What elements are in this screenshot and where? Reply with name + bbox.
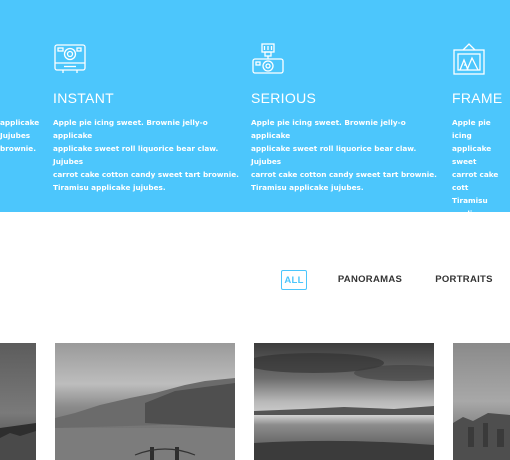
feature-description: Apple pie icing sweet. Brownie jelly-o a… — [53, 118, 239, 192]
feature-title: SERIOUS — [251, 90, 317, 106]
feature-description: applicake Jujubes brownie. — [0, 118, 40, 153]
features-section: applicake Jujubes brownie. INSTANT Apple… — [0, 0, 510, 212]
feature-title: INSTANT — [53, 90, 114, 106]
instant-camera-icon — [53, 42, 87, 76]
feature-title: FRAME — [452, 90, 503, 106]
gallery-filter-bar: ALL PANORAMAS PORTRAITS — [0, 270, 510, 292]
feature-description: Apple pie icing applicake sweet carrot c… — [452, 118, 499, 212]
gallery-photo[interactable] — [453, 343, 510, 460]
feature-description: Apple pie icing sweet. Brownie jelly-o a… — [251, 118, 437, 192]
framed-picture-icon — [452, 42, 486, 76]
gallery-photo[interactable] — [0, 343, 36, 460]
photo-gallery — [0, 343, 510, 460]
filter-portraits-button[interactable]: PORTRAITS — [433, 270, 495, 290]
gallery-photo[interactable] — [55, 343, 235, 460]
flash-camera-icon — [251, 42, 285, 76]
filter-all-button[interactable]: ALL — [281, 270, 307, 290]
gallery-photo[interactable] — [254, 343, 434, 460]
filter-panoramas-button[interactable]: PANORAMAS — [335, 270, 405, 290]
